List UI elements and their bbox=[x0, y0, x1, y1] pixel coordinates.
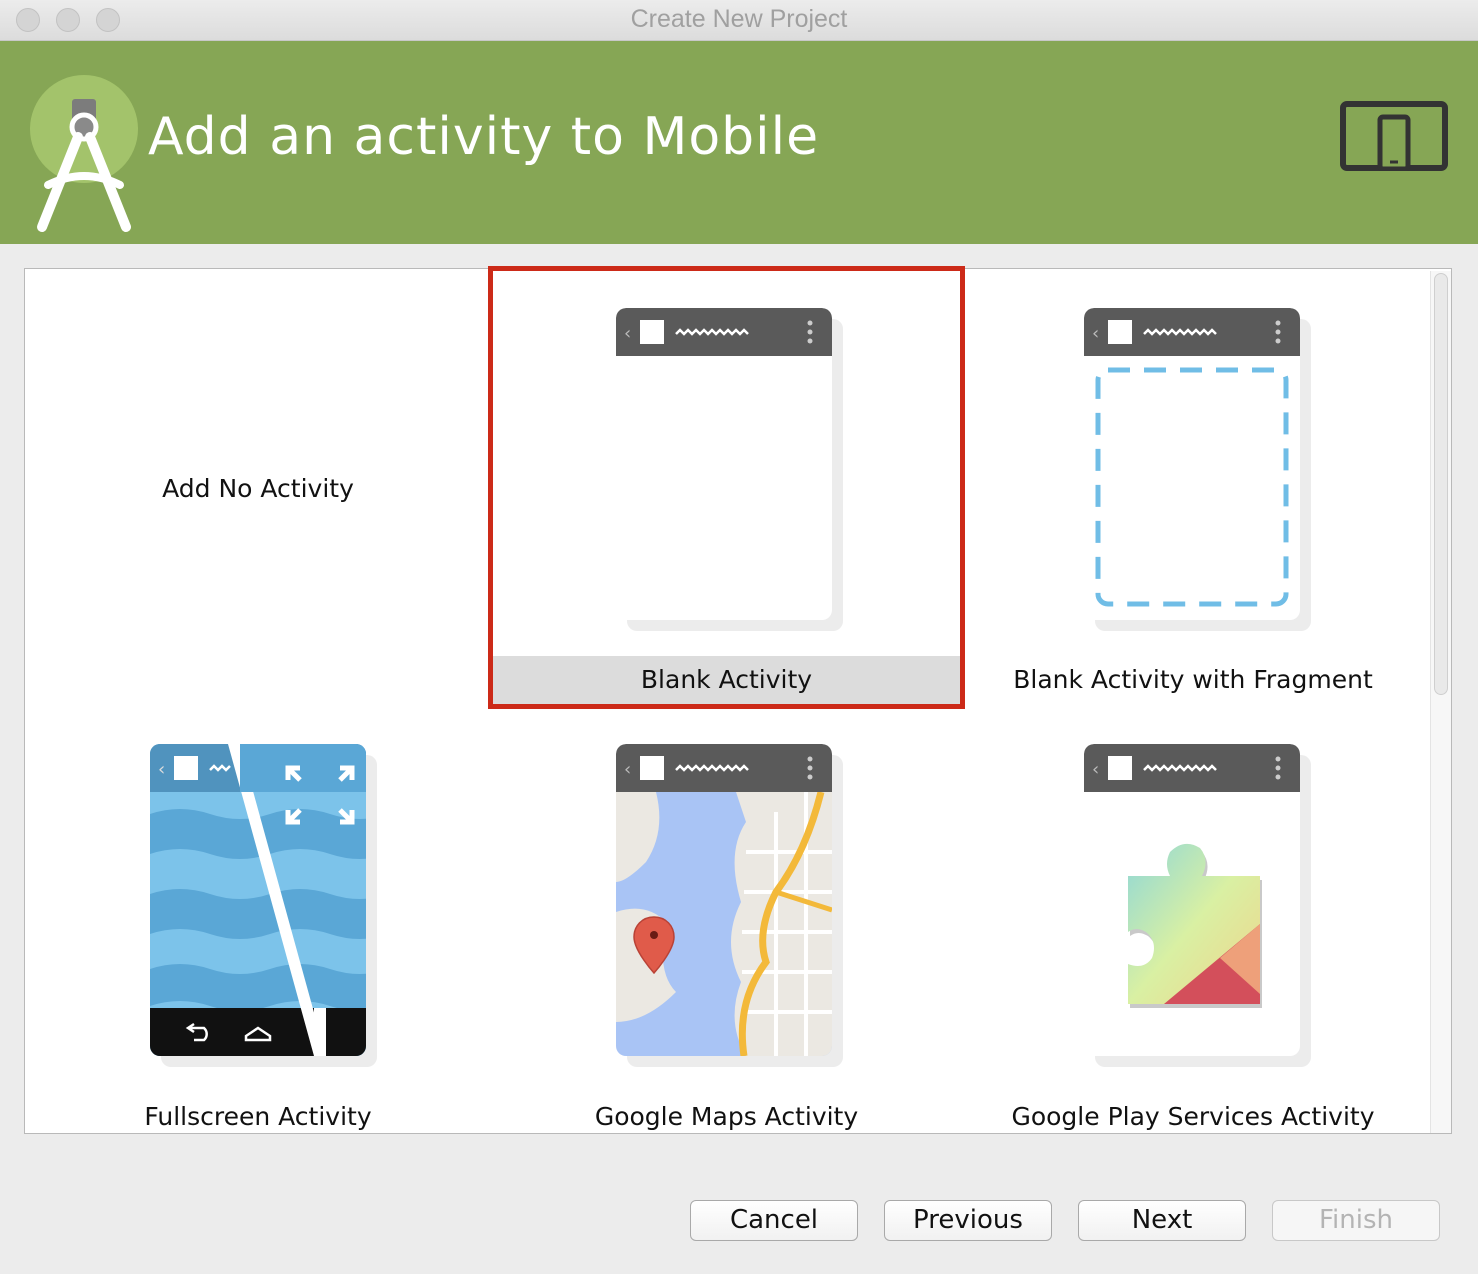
tile-blank-activity-with-fragment[interactable]: ‹ Blank Activity with Fragment bbox=[962, 271, 1424, 704]
tile-add-no-activity[interactable]: Add No Activity bbox=[30, 274, 486, 704]
finish-button[interactable]: Finish bbox=[1272, 1200, 1440, 1241]
gallery-scrollbar[interactable] bbox=[1430, 271, 1451, 1133]
tile-label: Blank Activity with Fragment bbox=[1013, 665, 1373, 694]
next-button[interactable]: Next bbox=[1078, 1200, 1246, 1241]
svg-text:‹: ‹ bbox=[158, 759, 165, 780]
header-banner: Add an activity to Mobile bbox=[0, 41, 1478, 244]
window-title: Create New Project bbox=[630, 5, 848, 33]
tile-google-maps-activity[interactable]: ‹ Google Maps Activity bbox=[493, 708, 960, 1132]
tile-fullscreen-activity[interactable]: ‹ Fullscreen Activity bbox=[30, 708, 486, 1132]
window-titlebar: Create New Project bbox=[0, 0, 1478, 41]
selection-outline bbox=[488, 266, 965, 709]
android-studio-logo-icon bbox=[30, 75, 138, 232]
action-bar: ‹ bbox=[1084, 744, 1300, 792]
tile-label: Google Play Services Activity bbox=[1011, 1102, 1375, 1131]
page-title: Add an activity to Mobile bbox=[148, 107, 820, 167]
device-form-factor-icon bbox=[1340, 101, 1448, 171]
scrollbar-thumb[interactable] bbox=[1434, 273, 1448, 695]
svg-text:‹: ‹ bbox=[624, 759, 631, 780]
tile-label: Google Maps Activity bbox=[594, 1102, 859, 1131]
fullscreen-waves-icon: ‹ bbox=[150, 744, 366, 1056]
map-icon bbox=[616, 792, 832, 1056]
map-preview: ‹ bbox=[616, 744, 832, 1056]
action-bar: ‹ bbox=[1084, 308, 1300, 356]
cancel-button[interactable]: Cancel bbox=[690, 1200, 858, 1241]
fullscreen-preview: ‹ bbox=[150, 744, 366, 1056]
fragment-placeholder-icon bbox=[1095, 367, 1289, 607]
play-services-puzzle-icon bbox=[1128, 843, 1262, 1008]
tile-label: Fullscreen Activity bbox=[144, 1102, 372, 1131]
tile-label: Add No Activity bbox=[162, 474, 354, 503]
action-bar: ‹ bbox=[616, 744, 832, 792]
previous-button[interactable]: Previous bbox=[884, 1200, 1052, 1241]
phone-preview: ‹ bbox=[1084, 744, 1300, 1056]
svg-text:‹: ‹ bbox=[1092, 323, 1099, 344]
tile-google-play-services-activity[interactable]: ‹ Google Play Services Activity bbox=[962, 708, 1424, 1132]
phone-preview: ‹ bbox=[1084, 308, 1300, 620]
svg-text:‹: ‹ bbox=[1092, 759, 1099, 780]
